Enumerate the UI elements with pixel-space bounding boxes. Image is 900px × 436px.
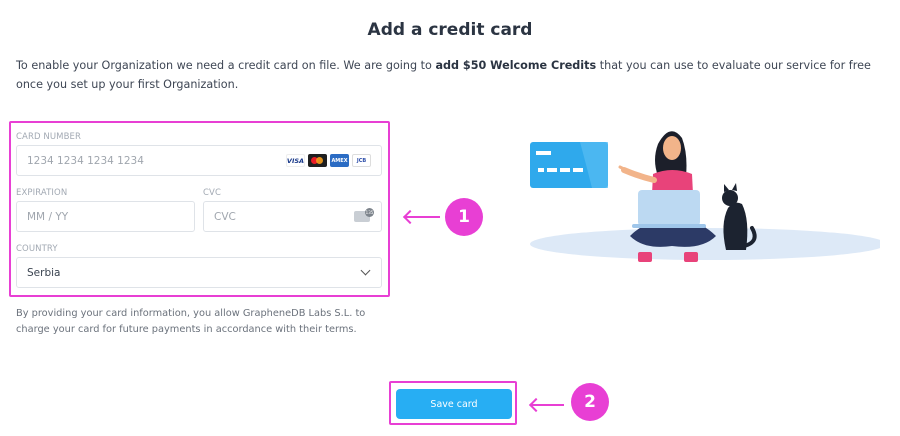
card-brand-logos: VISA AMEX JCB [286, 154, 371, 167]
chevron-down-icon [360, 265, 371, 276]
amex-icon: AMEX [330, 154, 349, 167]
cvc-card-icon: 135 [354, 208, 374, 222]
woman-face [663, 136, 681, 160]
expiration-label: EXPIRATION [16, 188, 68, 198]
expiration-input[interactable]: MM / YY [16, 201, 195, 232]
cvc-placeholder: CVC [214, 210, 236, 223]
step-2-arrowhead [528, 397, 544, 413]
right-shoe [684, 252, 698, 262]
cvc-input[interactable]: CVC 135 [203, 201, 382, 232]
left-shoe [638, 252, 652, 262]
card-number-input[interactable]: 1234 1234 1234 1234 VISA AMEX JCB [16, 145, 382, 176]
cat-head [722, 190, 738, 206]
step-1-badge: 1 [445, 198, 483, 236]
expiration-placeholder: MM / YY [27, 210, 69, 223]
woman-with-laptop-and-cat-illustration [530, 131, 880, 262]
intro-text-start: To enable your Organization we need a cr… [16, 59, 436, 72]
card-number-placeholder: 1234 1234 1234 1234 [27, 154, 144, 167]
step-2-badge: 2 [571, 383, 609, 421]
country-select[interactable]: Serbia [16, 257, 382, 288]
visa-icon: VISA [286, 154, 305, 167]
card-number-label: CARD NUMBER [16, 132, 82, 142]
cat-body [723, 202, 748, 250]
cvc-label: CVC [203, 188, 221, 198]
laptop [638, 190, 700, 226]
step-1-arrowhead [402, 209, 418, 225]
mastercard-icon [308, 154, 327, 167]
jcb-icon: JCB [352, 154, 371, 167]
country-value: Serbia [27, 266, 61, 279]
save-card-button[interactable]: Save card [396, 389, 512, 419]
country-label: COUNTRY [16, 244, 58, 254]
card-chip-line [536, 151, 551, 155]
welcome-credits-text: add $50 Welcome Credits [435, 59, 597, 72]
page-title: Add a credit card [367, 20, 533, 40]
disclaimer-text: By providing your card information, you … [16, 308, 366, 335]
intro-text: To enable your Organization we need a cr… [16, 56, 886, 94]
